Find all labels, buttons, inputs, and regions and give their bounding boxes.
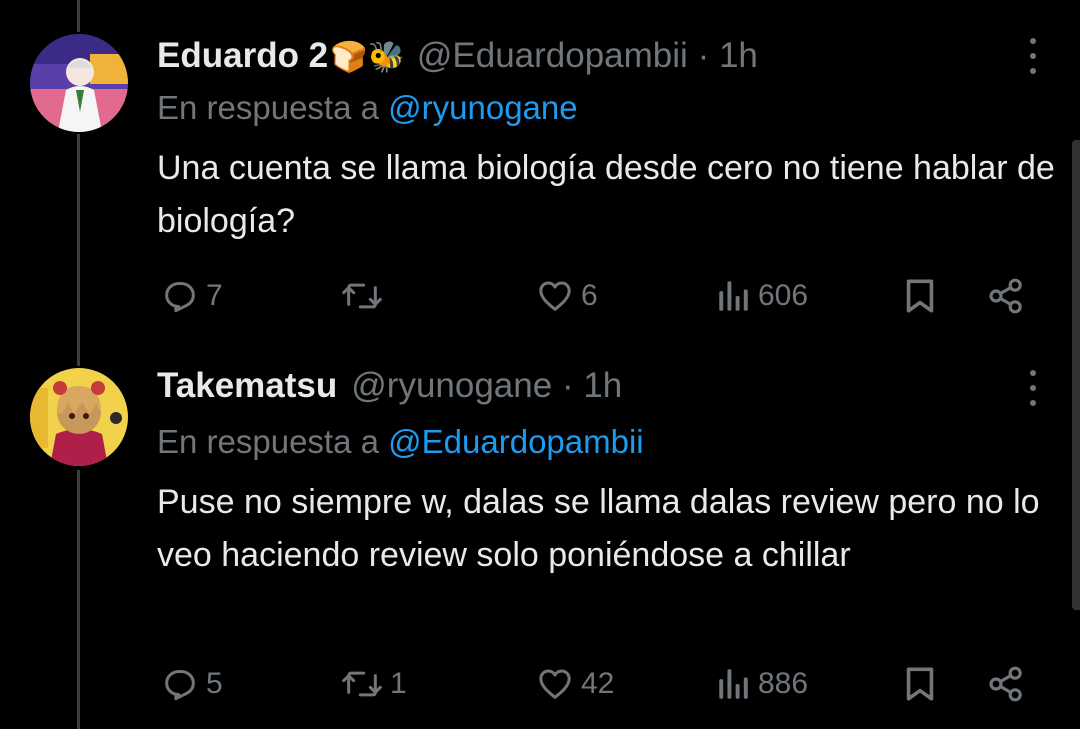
separator-dot: · [561,366,574,405]
share-button[interactable] [986,276,1026,316]
share-icon [989,278,1022,314]
reply-mention-link[interactable]: @Eduardopambii [388,423,643,460]
heart-icon [539,281,571,311]
display-name[interactable]: Eduardo 2 [157,36,328,75]
reply-mention-link[interactable]: @ryunogane [388,89,577,126]
bookmark-icon [906,279,934,313]
action-bar: 7 6 606 [160,276,1040,316]
avatar[interactable] [30,34,128,132]
user-handle[interactable]: @Eduardopambii [417,36,688,75]
like-count: 6 [581,279,598,312]
display-name[interactable]: Takematsu [157,366,337,405]
tweet-header: Takematsu @ryunogane · 1h [157,366,622,408]
reply-icon [165,670,195,701]
bookmark-button[interactable] [902,276,938,316]
retweet-count: 1 [390,667,407,700]
heart-icon [539,669,571,699]
views-button[interactable]: 886 [716,664,808,704]
share-icon [989,666,1022,702]
reply-count: 5 [206,667,223,700]
tweet-header: Eduardo 2🍞🐝 @Eduardopambii · 1h [157,36,758,78]
name-emoji: 🍞🐝 [330,41,405,74]
share-button[interactable] [986,664,1026,704]
avatar[interactable] [30,368,128,466]
like-button[interactable]: 6 [535,276,598,316]
tweet-1[interactable]: Eduardo 2🍞🐝 @Eduardopambii · 1h En respue… [0,0,1080,340]
tweet-2[interactable]: Takematsu @ryunogane · 1h En respuesta a … [0,340,1080,729]
reply-context: En respuesta a @Eduardopambii [157,422,644,462]
retweet-icon [342,283,382,309]
bookmark-icon [906,667,934,701]
views-icon [719,669,748,699]
views-count: 606 [758,279,809,312]
reply-prefix: En respuesta a [157,89,379,126]
tweet-text: Una cuenta se llama biología desde cero … [157,149,1055,240]
bookmark-button[interactable] [902,664,938,704]
avatar-image [30,34,128,132]
separator-dot: · [697,36,710,75]
timestamp[interactable]: 1h [583,366,622,405]
views-count: 886 [758,667,809,700]
reply-icon [165,282,195,313]
views-button[interactable]: 606 [716,276,808,316]
more-options-icon[interactable] [1028,370,1038,406]
views-icon [719,281,748,311]
user-handle[interactable]: @ryunogane [351,366,552,405]
like-count: 42 [581,667,615,700]
reply-count: 7 [206,279,223,312]
reply-button[interactable]: 5 [160,664,223,704]
tweet-text: Puse no siempre w, dalas se llama dalas … [157,483,1040,574]
retweet-icon [342,671,382,697]
avatar-image [30,368,128,466]
reply-button[interactable]: 7 [160,276,223,316]
timestamp[interactable]: 1h [719,36,758,75]
retweet-button[interactable]: 1 [340,664,407,704]
reply-context: En respuesta a @ryunogane [157,88,578,128]
like-button[interactable]: 42 [535,664,614,704]
reply-prefix: En respuesta a [157,423,379,460]
more-options-icon[interactable] [1028,38,1038,74]
action-bar: 5 1 42 886 [160,664,1040,704]
retweet-button[interactable] [340,276,390,316]
